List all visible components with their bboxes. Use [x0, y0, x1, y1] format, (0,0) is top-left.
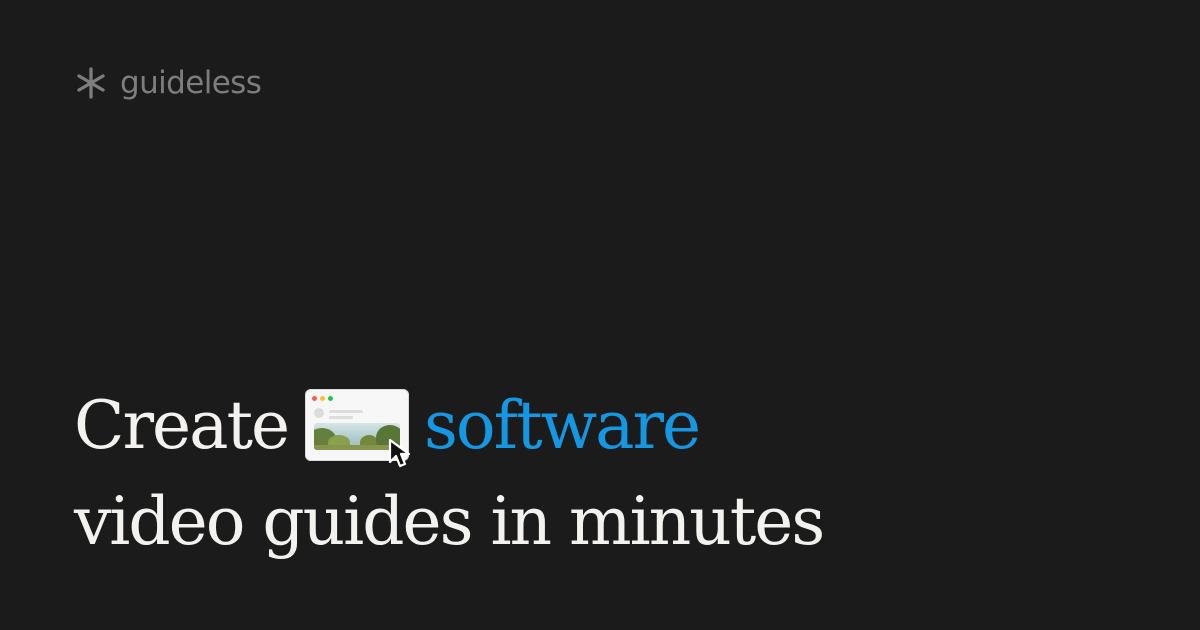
mouse-pointer-icon	[388, 438, 411, 468]
hero-headline: Create software video guides in minutes	[74, 382, 1154, 566]
brand-name: guideless	[120, 65, 262, 101]
headline-line-2: video guides in minutes	[74, 483, 825, 560]
window-minimize-dot	[320, 396, 326, 401]
brand-logo: guideless	[73, 62, 262, 104]
headline-line-1: Create software	[74, 382, 1154, 470]
window-text-line-short	[329, 416, 354, 419]
headline-accent-word: software	[424, 387, 701, 464]
window-close-dot	[312, 396, 318, 401]
window-text-line	[329, 410, 364, 413]
window-maximize-dot	[328, 396, 334, 401]
window-avatar	[314, 408, 325, 418]
asterisk-icon	[77, 67, 105, 99]
headline-create-word: Create	[74, 387, 290, 464]
browser-window-illustration	[305, 389, 411, 468]
